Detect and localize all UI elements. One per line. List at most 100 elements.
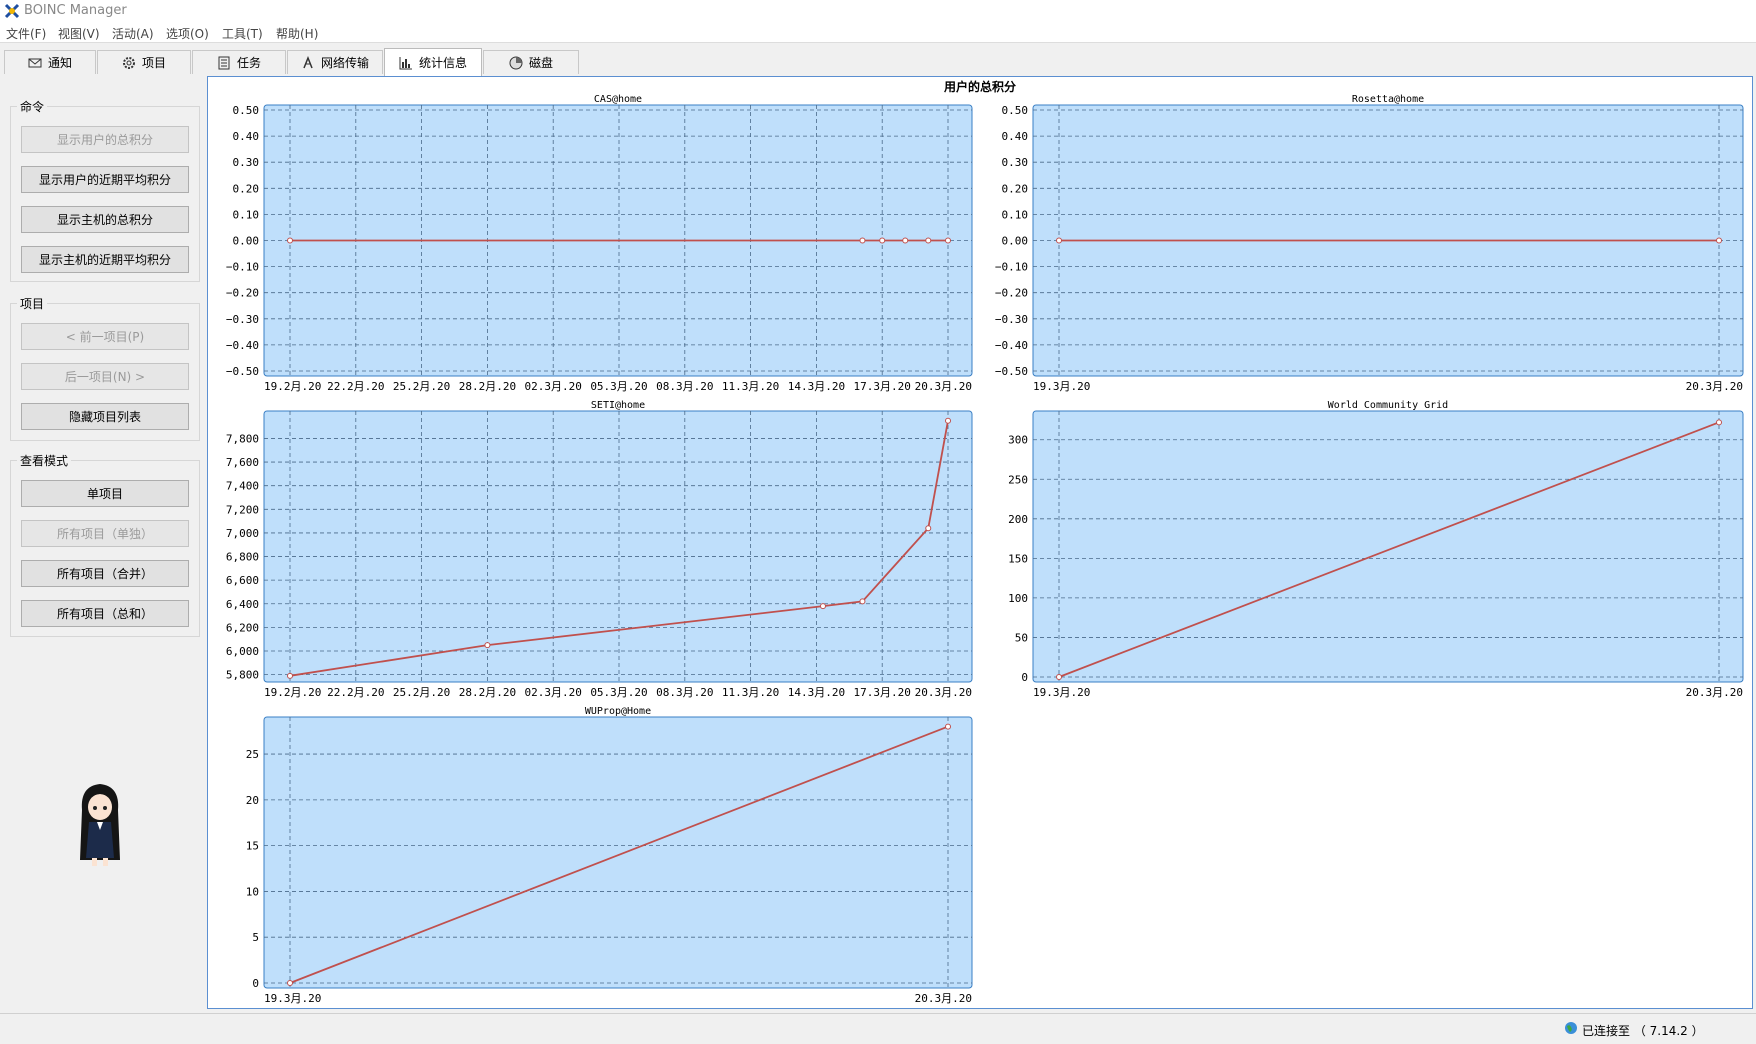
show-host-average-button[interactable]: 显示主机的近期平均积分 [21,246,189,273]
y-tick-label: −0.30 [226,313,259,326]
group-title: 项目 [17,295,48,312]
tab-label: 通知 [47,56,72,70]
tab-label: 任务 [236,56,261,70]
y-tick-label: −0.30 [995,313,1028,326]
all-projects-together-button[interactable]: 所有项目（合并） [21,560,189,587]
x-tick-label: 20.3月.20 [915,380,972,393]
tab-transfers[interactable]: 网络传输 [287,50,383,74]
y-tick-label: 0.10 [1002,208,1029,221]
tab-statistics[interactable]: 统计信息 [384,48,482,76]
show-user-total-button[interactable]: 显示用户的总积分 [21,126,189,153]
y-tick-label: −0.40 [226,339,259,352]
y-tick-label: −0.10 [995,261,1028,274]
single-project-button[interactable]: 单项目 [21,480,189,507]
x-tick-label: 17.3月.20 [854,686,911,699]
window-title: BOINC Manager [24,3,127,18]
y-tick-label: 0.20 [1002,182,1029,195]
chart-title: CAS@home [594,94,642,105]
y-tick-label: −0.10 [226,261,259,274]
y-tick-label: 0.10 [233,208,260,221]
y-tick-label: 0.40 [1002,130,1029,143]
y-tick-label: 5 [252,931,259,944]
x-tick-label: 28.2月.20 [459,380,516,393]
data-point [1056,237,1062,244]
tab-label: 磁盘 [528,56,553,70]
y-tick-label: 6,800 [226,551,259,564]
y-tick-label: 6,600 [226,574,259,587]
data-point [1716,419,1722,426]
transfer-icon [303,55,313,68]
menu-view[interactable]: 视图(V) [58,25,100,42]
previous-project-button[interactable]: < 前一项目(P) [21,323,189,350]
cas-home-chart: CAS@home 0.50 0.40 0.30 0.20 0.10 0.00 −0.10 −0.… [226,94,973,393]
x-tick-label: 17.3月.20 [854,380,911,393]
chart-title: World Community Grid [1328,400,1448,411]
x-tick-label: 05.3月.20 [590,380,647,393]
y-tick-label: 0.40 [233,130,260,143]
group-title: 查看模式 [17,452,72,469]
menu-options[interactable]: 选项(O) [166,25,209,42]
y-tick-label: 20 [246,794,259,807]
seti-home-chart: SETI@home 7,800 7,600 7,400 7,200 7,000 6,800 6… [226,400,973,699]
gear-icon [122,56,135,69]
y-tick-label: −0.50 [995,365,1028,378]
x-tick-label: 02.3月.20 [525,686,582,699]
bar-chart-icon [399,56,412,69]
chart-title: Rosetta@home [1352,94,1424,105]
data-point [859,598,866,605]
menu-file[interactable]: 文件(F) [6,25,46,42]
x-tick-label: 20.3月.20 [915,992,972,1005]
x-tick-label: 14.3月.20 [788,686,845,699]
wuprop-home-chart: WUProp@Home 25 20 15 10 5 0 19.3月.20 20.3月.20 [246,706,973,1005]
all-projects-sum-button[interactable]: 所有项目（总和） [21,600,189,627]
tab-tasks[interactable]: 任务 [192,50,286,74]
y-tick-label: −0.50 [226,365,259,378]
menu-help[interactable]: 帮助(H) [276,25,318,42]
y-tick-label: 6,400 [226,598,259,611]
tab-label: 网络传输 [320,56,369,70]
data-point [925,237,932,244]
view-mode-group: 查看模式 单项目 所有项目（单独） 所有项目（合并） 所有项目（总和） [10,452,200,637]
tab-disk[interactable]: 磁盘 [483,50,579,74]
x-tick-label: 25.2月.20 [393,686,450,699]
tab-label: 统计信息 [418,56,467,70]
show-user-average-button[interactable]: 显示用户的近期平均积分 [21,166,189,193]
x-tick-label: 19.3月.20 [1033,686,1090,699]
y-tick-label: 0.30 [233,156,260,169]
x-tick-label: 20.3月.20 [1686,686,1743,699]
data-point [945,417,951,424]
document-icon [218,56,230,69]
y-tick-label: 0.00 [1002,235,1029,248]
y-tick-label: 7,600 [226,456,259,469]
data-point [945,723,951,730]
x-tick-label: 20.3月.20 [1686,380,1743,393]
commands-group: 命令 显示用户的总积分 显示用户的近期平均积分 显示主机的总积分 显示主机的近期… [10,98,200,282]
data-point [902,237,909,244]
x-tick-label: 05.3月.20 [590,686,647,699]
menu-activity[interactable]: 活动(A) [112,25,154,42]
next-project-button[interactable]: 后一项目(N) > [21,363,189,390]
globe-icon [1565,1022,1577,1034]
x-tick-label: 08.3月.20 [656,686,713,699]
x-tick-label: 28.2月.20 [459,686,516,699]
status-bar: 已连接至 （ 7.14.2 ） [0,1013,1756,1044]
menu-tools[interactable]: 工具(T) [222,25,263,42]
x-tick-label: 02.3月.20 [525,380,582,393]
y-tick-label: 250 [1008,473,1028,486]
tab-notices[interactable]: 通知 [4,50,96,74]
y-tick-label: 7,400 [226,480,259,493]
data-point [1056,674,1062,680]
data-point [945,237,951,244]
hide-project-list-button[interactable]: 隐藏项目列表 [21,403,189,430]
tab-projects[interactable]: 项目 [97,50,191,74]
y-tick-label: 6,000 [226,645,259,658]
all-projects-separate-button[interactable]: 所有项目（单独） [21,520,189,547]
mascot-image [80,784,120,866]
projects-group: 项目 < 前一项目(P) 后一项目(N) > 隐藏项目列表 [10,295,200,441]
title-bar: BOINC Manager [0,0,1756,22]
world-community-grid-chart: World Community Grid 300 250 200 150 100 50 0 19… [1008,400,1744,699]
x-tick-label: 19.3月.20 [1033,380,1090,393]
group-title: 命令 [17,98,48,115]
show-host-total-button[interactable]: 显示主机的总积分 [21,206,189,233]
data-point [484,642,491,649]
